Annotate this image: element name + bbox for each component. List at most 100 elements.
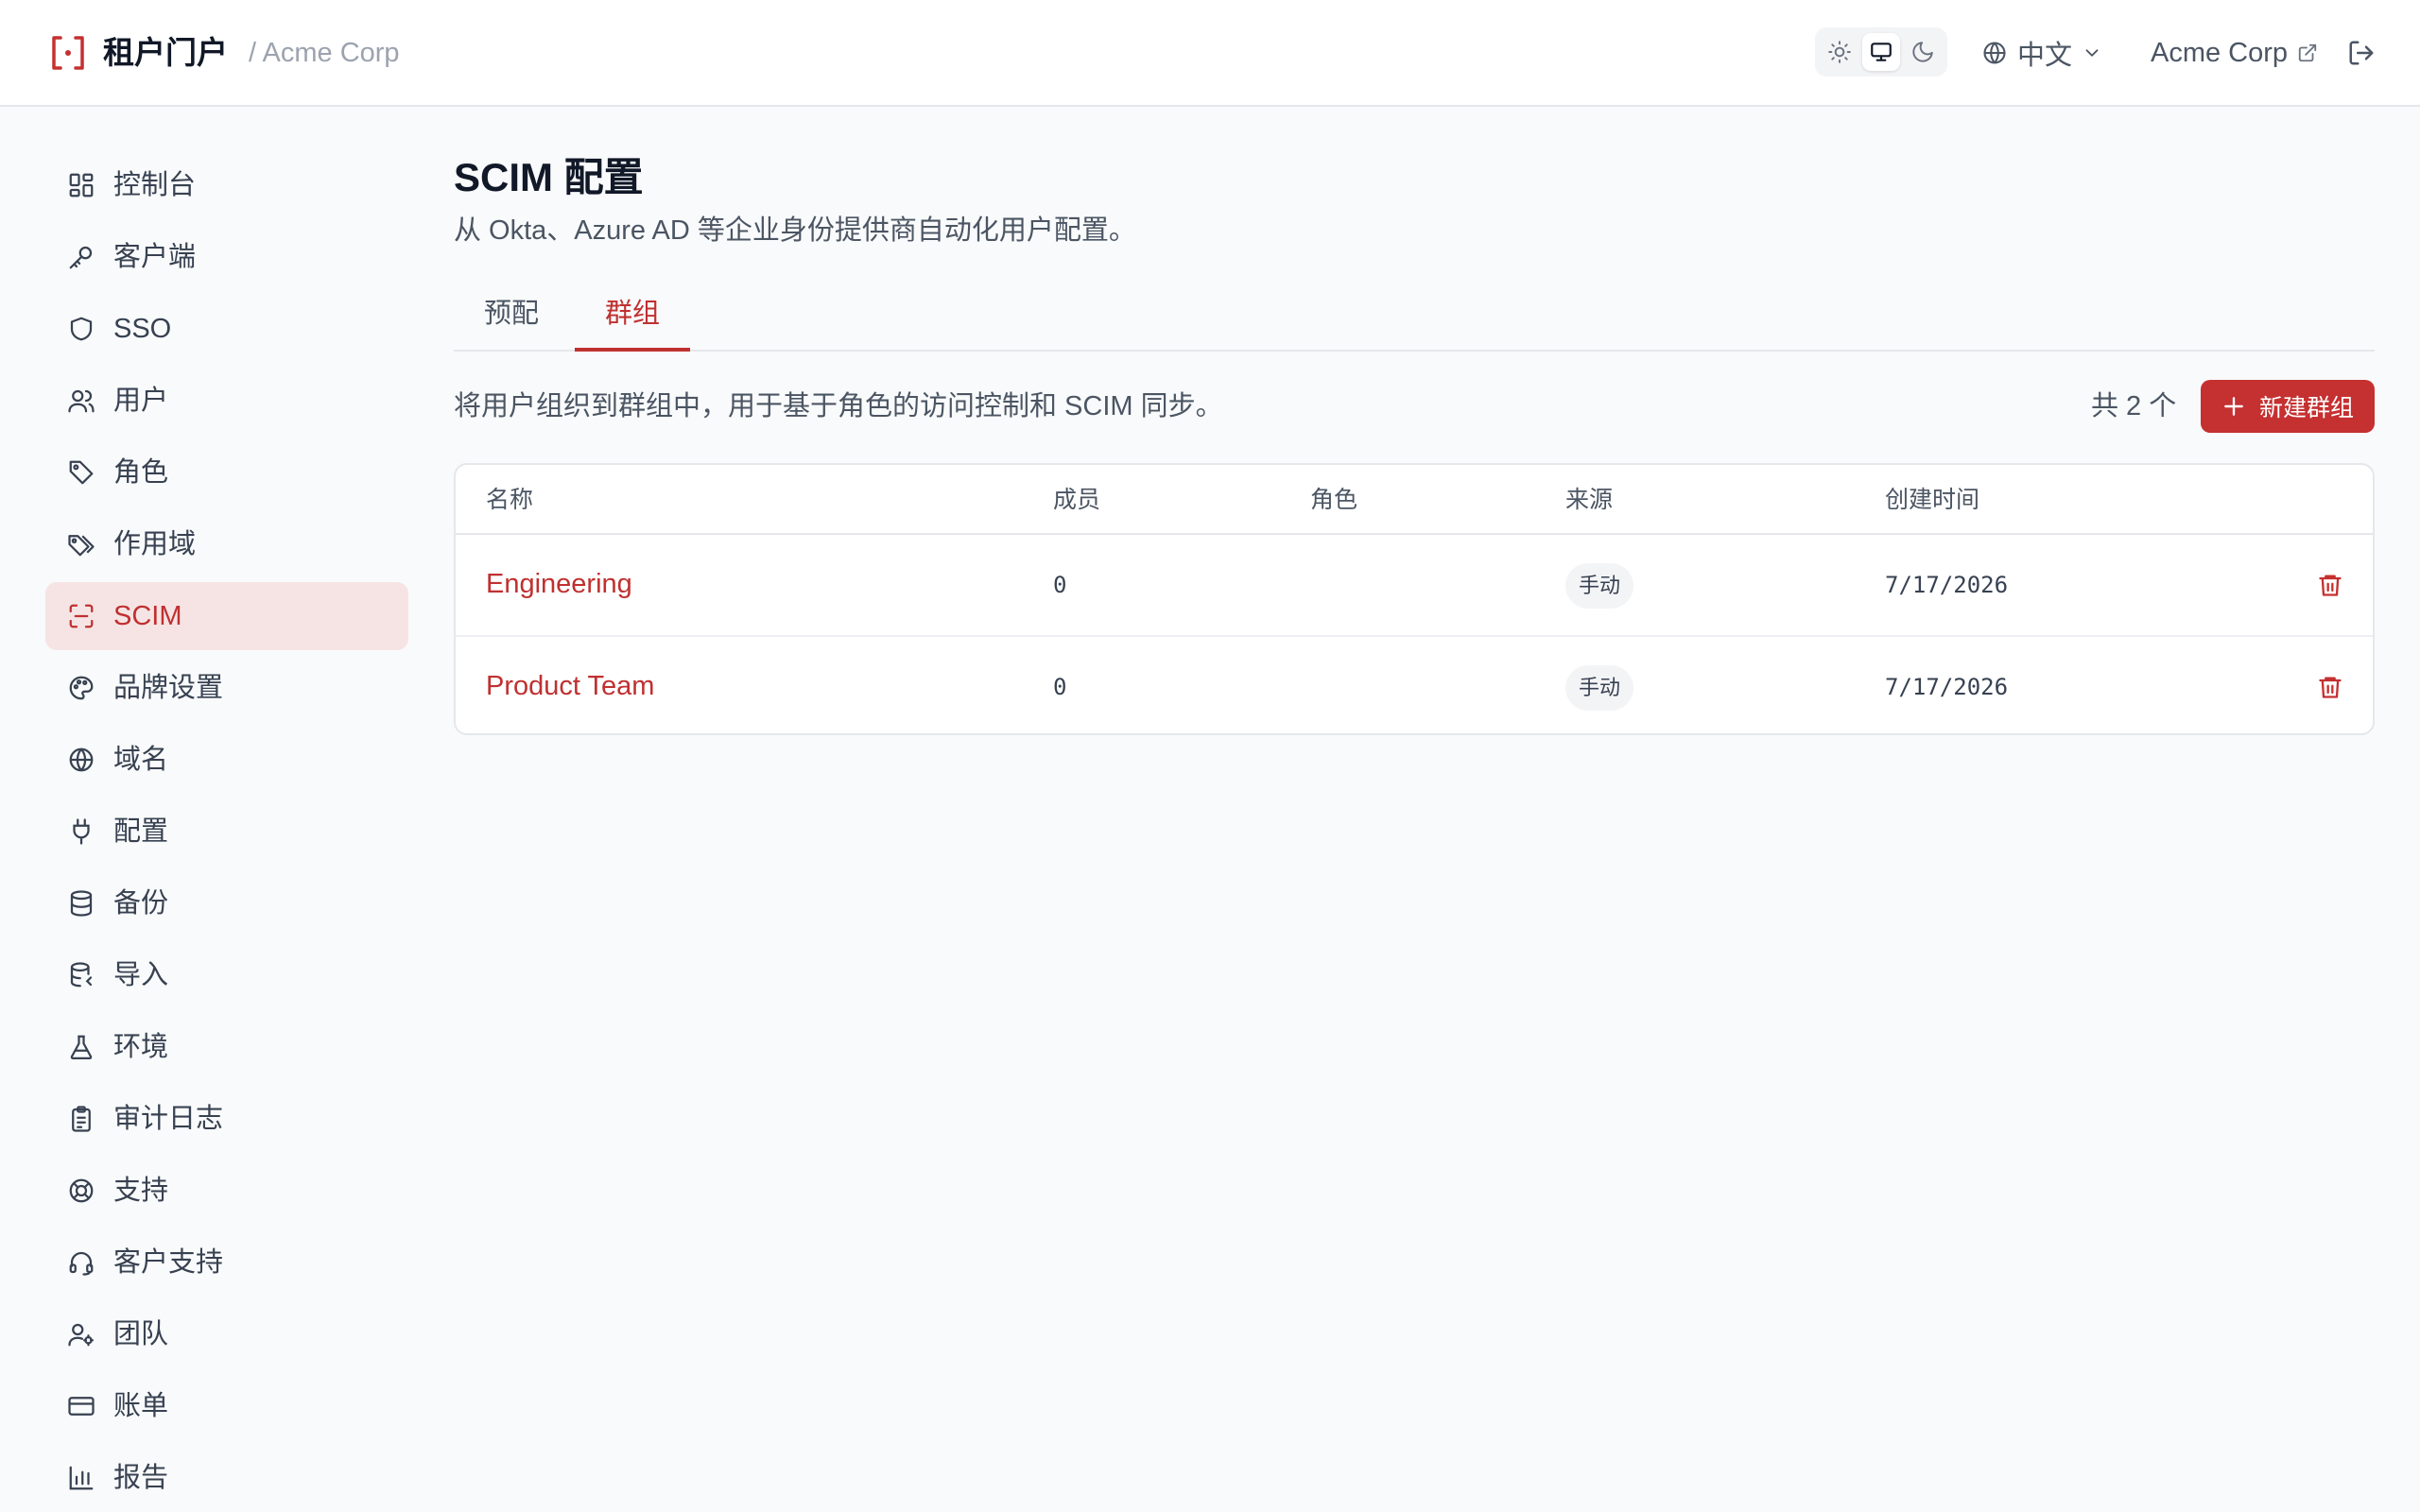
key-icon: [66, 242, 96, 272]
globe-icon: [66, 745, 96, 775]
sidebar-item-users[interactable]: 用户: [45, 367, 408, 435]
sidebar-item-clients[interactable]: 客户端: [45, 223, 408, 291]
page-title: SCIM 配置: [454, 155, 644, 199]
sidebar-item-label: 审计日志: [113, 1104, 224, 1134]
column-header-roles: 角色: [1310, 487, 1358, 513]
sidebar-item-label: SSO: [113, 314, 172, 344]
database-import-icon: [66, 960, 96, 990]
trash-icon: [2319, 575, 2342, 596]
shield-icon: [66, 314, 96, 344]
sidebar-item-label: 角色: [113, 457, 169, 488]
palette-icon: [66, 673, 96, 703]
sidebar-item-label: 支持: [113, 1176, 169, 1206]
page-subtitle: 从 Okta、Azure AD 等企业身份提供商自动化用户配置。: [454, 215, 1136, 246]
new-group-button[interactable]: 新建群组: [2201, 380, 2375, 433]
sidebar-item-label: 报告: [113, 1463, 169, 1493]
sidebar-item-backup[interactable]: 备份: [45, 869, 408, 937]
plus-icon: [2224, 397, 2243, 416]
sidebar-item-label: 导入: [113, 960, 169, 990]
sidebar-item-audit-log[interactable]: 审计日志: [45, 1085, 408, 1153]
sidebar-item-import[interactable]: 导入: [45, 941, 408, 1009]
sun-icon: [1828, 41, 1851, 63]
source-badge: 手动: [1565, 665, 1634, 711]
sidebar-item-scopes[interactable]: 作用域: [45, 510, 408, 578]
column-header-source: 来源: [1565, 487, 1614, 513]
app-title: 租户门户: [103, 35, 228, 70]
life-buoy-icon: [66, 1176, 96, 1206]
group-count: 共 2 个: [2091, 391, 2177, 421]
database-icon: [66, 888, 96, 919]
sidebar-item-reports[interactable]: 报告: [45, 1444, 408, 1512]
tag-icon: [66, 457, 96, 488]
globe-icon: [1983, 42, 2006, 64]
sidebar-item-label: 品牌设置: [113, 673, 224, 703]
sidebar-item-domains[interactable]: 域名: [45, 726, 408, 794]
bar-chart-icon: [66, 1463, 96, 1493]
sidebar-item-team[interactable]: 团队: [45, 1300, 408, 1368]
group-name-link[interactable]: Engineering: [486, 565, 632, 603]
sidebar-item-label: 客户端: [113, 242, 197, 272]
new-group-label: 新建群组: [2258, 395, 2354, 421]
sidebar-item-support[interactable]: 支持: [45, 1157, 408, 1225]
chevron-down-icon: [2085, 49, 2099, 57]
users-icon: [66, 386, 96, 416]
tab-provisioning[interactable]: 预配: [454, 284, 569, 352]
system-theme-button[interactable]: [1862, 33, 1900, 71]
sidebar-item-label: 团队: [113, 1319, 169, 1349]
logout-icon: [2349, 41, 2374, 65]
sidebar-item-label: SCIM: [113, 601, 182, 631]
member-count: 0: [1053, 572, 1067, 598]
dashboard-icon: [66, 170, 96, 200]
member-count: 0: [1053, 674, 1067, 700]
headset-icon: [66, 1247, 96, 1278]
column-header-name: 名称: [486, 487, 534, 513]
top-header: 租户门户 / Acme Corp 中文 Acme Corp: [0, 0, 2420, 107]
sidebar-item-label: 配置: [113, 816, 169, 847]
sidebar-item-environments[interactable]: 环境: [45, 1013, 408, 1081]
group-name-link[interactable]: Product Team: [486, 667, 654, 705]
sidebar-item-branding[interactable]: 品牌设置: [45, 654, 408, 722]
credit-card-icon: [66, 1391, 96, 1421]
scan-icon: [66, 601, 96, 631]
sidebar-item-label: 控制台: [113, 170, 197, 200]
logout-button[interactable]: [2342, 34, 2380, 72]
sidebar-item-dashboard[interactable]: 控制台: [45, 151, 408, 219]
trash-icon: [2319, 677, 2342, 698]
external-link-icon: [2298, 43, 2317, 62]
groups-table: 名称 成员 角色 来源 创建时间 Engineering 0 手动 7/17/2…: [454, 463, 2375, 735]
sidebar-item-customer-support[interactable]: 客户支持: [45, 1228, 408, 1297]
user-cog-icon: [66, 1319, 96, 1349]
light-theme-button[interactable]: [1821, 33, 1858, 71]
sidebar-item-sso[interactable]: SSO: [45, 295, 408, 363]
table-row: Engineering 0 手动 7/17/2026: [456, 535, 2373, 635]
language-select[interactable]: 中文: [1981, 32, 2102, 74]
table-header: 名称 成员 角色 来源 创建时间: [456, 465, 2373, 535]
sidebar-item-label: 作用域: [113, 529, 197, 559]
delete-group-button[interactable]: [2314, 671, 2346, 703]
flask-icon: [66, 1032, 96, 1062]
column-header-members: 成员: [1053, 487, 1101, 513]
language-label: 中文: [2017, 41, 2073, 71]
sidebar-item-provisioning[interactable]: 配置: [45, 798, 408, 866]
sidebar-item-label: 域名: [113, 745, 169, 775]
sidebar-item-scim[interactable]: SCIM: [45, 582, 408, 650]
sidebar-item-billing[interactable]: 账单: [45, 1372, 408, 1440]
tenant-link-label: Acme Corp: [2151, 37, 2289, 68]
logo-icon[interactable]: [49, 32, 87, 74]
table-row: Product Team 0 手动 7/17/2026: [456, 635, 2373, 733]
dark-theme-button[interactable]: [1904, 33, 1942, 71]
tenant-external-link[interactable]: Acme Corp: [2151, 32, 2318, 74]
created-date: 7/17/2026: [1885, 572, 2009, 598]
clipboard-icon: [66, 1104, 96, 1134]
groups-description: 将用户组织到群组中，用于基于角色的访问控制和 SCIM 同步。: [454, 391, 1223, 421]
tab-bar: 预配 群组: [454, 284, 2375, 352]
source-badge: 手动: [1565, 563, 1634, 609]
sidebar-item-roles[interactable]: 角色: [45, 438, 408, 507]
delete-group-button[interactable]: [2314, 569, 2346, 601]
sidebar-item-label: 用户: [113, 386, 169, 416]
sidebar-item-label: 环境: [113, 1032, 169, 1062]
tab-groups[interactable]: 群组: [575, 284, 691, 352]
created-date: 7/17/2026: [1885, 674, 2009, 700]
column-header-created: 创建时间: [1885, 487, 1980, 513]
theme-switcher: [1815, 27, 1947, 77]
